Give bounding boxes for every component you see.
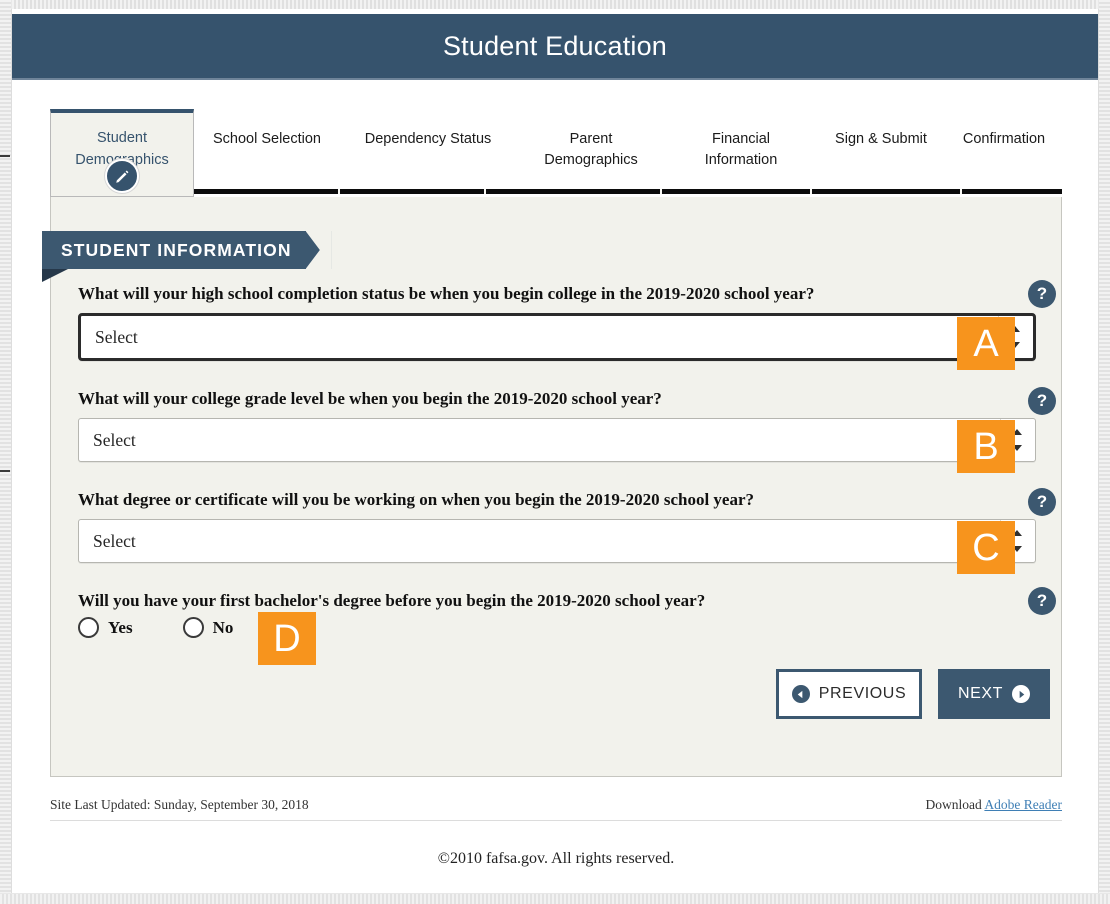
select-value: Select: [93, 530, 136, 551]
tab-label-line1: Student: [97, 130, 147, 146]
arrow-right-icon: [1012, 685, 1031, 703]
help-icon[interactable]: ?: [1028, 587, 1056, 615]
select-value: Select: [93, 429, 136, 450]
window-frame-bottom: [0, 893, 1110, 904]
radio-circle-icon[interactable]: [182, 617, 204, 638]
tab-label-line1: School Selection: [212, 131, 321, 147]
help-icon[interactable]: ?: [1028, 488, 1056, 516]
page-footer: Site Last Updated: Sunday, September 30,…: [50, 797, 1062, 868]
tab-label-line1: Sign & Submit: [835, 131, 927, 147]
site-last-updated: Site Last Updated: Sunday, September 30,…: [50, 797, 309, 812]
help-icon[interactable]: ?: [1028, 387, 1056, 415]
previous-button-label: PREVIOUS: [818, 685, 907, 702]
footer-top-row: Site Last Updated: Sunday, September 30,…: [50, 797, 1062, 821]
window-frame-top: [0, 0, 1110, 9]
copyright-text: ©2010 fafsa.gov. All rights reserved.: [437, 850, 675, 867]
question-label: What will your college grade level be wh…: [78, 389, 662, 408]
left-edge-marker-top: [0, 155, 10, 157]
tab-bar: Student Demographics School Selection De…: [50, 109, 1062, 197]
tab-parent-demographics[interactable]: Parent Demographics: [516, 109, 666, 171]
tab-separator: [810, 189, 812, 194]
select-degree-or-certificate[interactable]: Select: [78, 519, 1036, 563]
form-actions: PREVIOUS NEXT: [776, 669, 1050, 719]
page-header: Student Education: [12, 14, 1098, 80]
tab-sign-submit[interactable]: Sign & Submit: [816, 109, 946, 150]
radio-group-first-bachelors-degree: Yes No D: [78, 612, 1050, 665]
screenshot-root: Student Education Student Demographics: [0, 0, 1110, 904]
radio-option-no[interactable]: No: [182, 617, 234, 638]
tab-separator: [660, 189, 662, 194]
next-button[interactable]: NEXT: [938, 669, 1050, 719]
next-button-label: NEXT: [957, 685, 1004, 702]
section-banner-label: STUDENT INFORMATION: [61, 239, 292, 260]
question-college-grade-level: ? What will your college grade level be …: [78, 387, 1056, 473]
radio-label: No: [212, 617, 234, 637]
radio-label: Yes: [108, 617, 133, 637]
callout-a: A: [957, 317, 1015, 370]
question-high-school-completion-status: ? What will your high school completion …: [78, 280, 1056, 370]
tab-separator: [484, 189, 486, 194]
student-information-form: ? What will your high school completion …: [78, 280, 1056, 719]
previous-button[interactable]: PREVIOUS: [776, 669, 922, 719]
section-banner: STUDENT INFORMATION: [42, 231, 332, 269]
radio-circle-icon[interactable]: [78, 617, 99, 638]
page-container: Student Education Student Demographics: [11, 9, 1099, 893]
question-label: What will your high school completion st…: [78, 284, 815, 303]
tab-confirmation[interactable]: Confirmation: [946, 109, 1062, 150]
page-title: Student Education: [442, 30, 668, 61]
arrow-left-icon: [791, 685, 810, 703]
tab-label-line2: Demographics: [544, 152, 638, 168]
tab-label-line1: Financial: [711, 131, 771, 147]
left-edge-marker-bottom: [0, 470, 10, 472]
tab-label-line1: Confirmation: [962, 131, 1046, 147]
tab-label-line1: Parent: [569, 131, 613, 147]
tab-separator: [960, 189, 962, 194]
tab-label-line1: Dependency Status: [364, 131, 492, 147]
radio-option-yes[interactable]: Yes: [78, 617, 133, 638]
callout-d: D: [258, 612, 316, 665]
callout-b: B: [957, 420, 1015, 473]
adobe-reader-link[interactable]: Adobe Reader: [984, 797, 1062, 812]
callout-c: C: [957, 521, 1015, 574]
question-label: What degree or certificate will you be w…: [78, 490, 755, 509]
help-icon[interactable]: ?: [1028, 280, 1056, 308]
select-college-grade-level[interactable]: Select: [78, 418, 1036, 462]
select-value: Select: [95, 326, 138, 347]
tab-dependency-status[interactable]: Dependency Status: [340, 109, 516, 150]
window-frame-right: [1098, 0, 1110, 904]
question-first-bachelors-degree: ? Will you have your first bachelor's de…: [78, 587, 1056, 665]
question-degree-or-certificate: ? What degree or certificate will you be…: [78, 488, 1056, 574]
pencil-icon[interactable]: [105, 159, 139, 193]
ribbon-notch: [305, 231, 332, 269]
tab-label-line2: Information: [704, 152, 778, 168]
tab-student-demographics[interactable]: Student Demographics: [50, 109, 194, 197]
download-adobe-reader: Download Adobe Reader: [926, 797, 1062, 813]
tab-school-selection[interactable]: School Selection: [194, 109, 340, 150]
tab-financial-information[interactable]: Financial Information: [666, 109, 816, 171]
question-label: Will you have your first bachelor's degr…: [78, 591, 706, 610]
select-high-school-completion-status[interactable]: Select: [78, 313, 1036, 361]
download-prefix-label: Download: [925, 797, 985, 812]
tab-separator: [338, 189, 340, 194]
